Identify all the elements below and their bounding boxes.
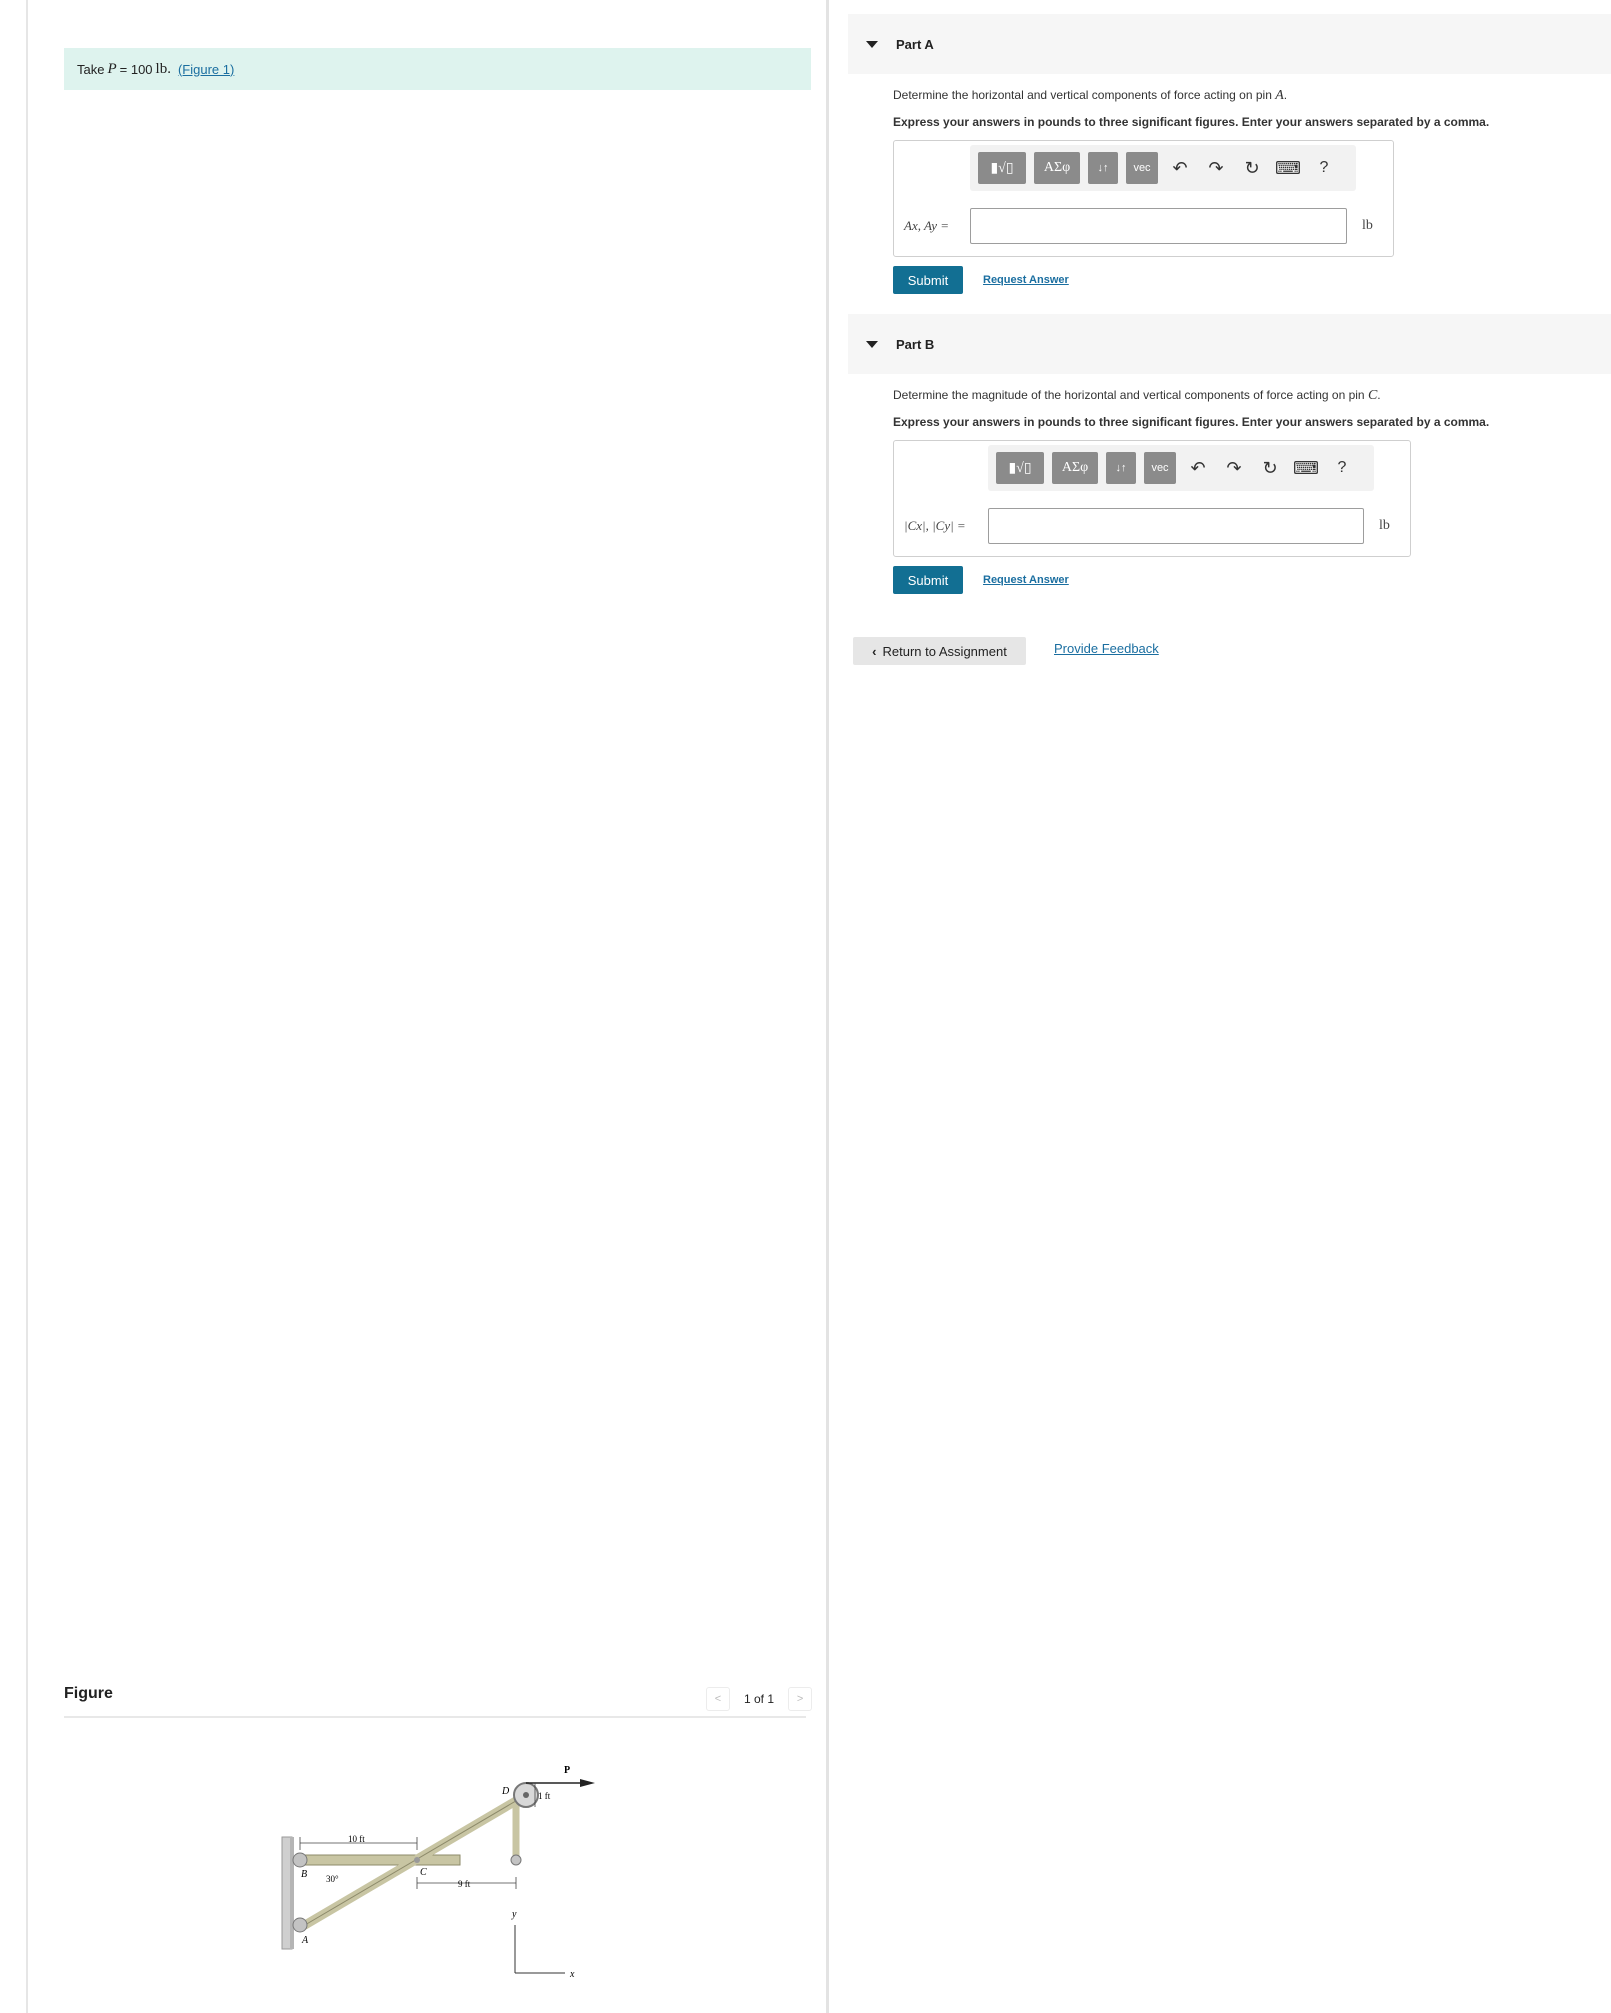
label-x: x xyxy=(569,1969,575,1980)
templates-icon[interactable]: ▮√▯ xyxy=(978,152,1026,184)
chevron-left-icon: ‹ xyxy=(872,643,877,659)
part-a-answer-input[interactable] xyxy=(970,208,1347,244)
part-b-title: Part B xyxy=(896,336,935,352)
label-9ft: 9 ft xyxy=(458,1879,471,1889)
pin-E xyxy=(510,1854,522,1866)
part-a-submit-button[interactable]: Submit xyxy=(893,266,963,294)
part-a-question-text: Determine the horizontal and vertical co… xyxy=(893,88,1272,102)
problem-statement: Take P = 100 lb. (Figure 1) xyxy=(64,48,811,90)
pin-B xyxy=(292,1852,308,1868)
part-b-submit-button[interactable]: Submit xyxy=(893,566,963,594)
part-b-question: Determine the magnitude of the horizonta… xyxy=(893,388,1381,404)
vector-icon[interactable]: vec xyxy=(1144,452,1176,484)
intro-unit: lb. xyxy=(155,60,171,77)
intro-variable: P xyxy=(107,60,117,77)
part-b-header[interactable]: Part B xyxy=(848,314,1611,374)
figure-link[interactable]: (Figure 1) xyxy=(178,62,234,77)
part-a-toolbar: ▮√▯ ΑΣφ ↓↑ vec ↶ ↷ ↻ ⌨ ? xyxy=(970,145,1356,191)
frame-diagram: P D 1 ft 10 ft C B 30° 9 ft y A x xyxy=(281,1765,595,1980)
templates-icon[interactable]: ▮√▯ xyxy=(996,452,1044,484)
return-to-assignment-button[interactable]: ‹ Return to Assignment xyxy=(853,637,1026,665)
figure-pager: < 1 of 1 > xyxy=(706,1687,813,1711)
part-a-question: Determine the horizontal and vertical co… xyxy=(893,88,1287,104)
help-icon[interactable]: ? xyxy=(1328,452,1356,484)
sort-icon[interactable]: ↓↑ xyxy=(1088,152,1118,184)
part-a-question-var: A xyxy=(1275,88,1284,103)
part-b-answer-box: ▮√▯ ΑΣφ ↓↑ vec ↶ ↷ ↻ ⌨ ? |Cx|, |Cy| = lb xyxy=(893,440,1411,557)
force-P-arrow xyxy=(580,1779,595,1787)
member-BE xyxy=(299,1854,461,1866)
reset-icon[interactable]: ↻ xyxy=(1238,152,1266,184)
keyboard-icon[interactable]: ⌨ xyxy=(1274,152,1302,184)
part-a-answer-box: ▮√▯ ΑΣφ ↓↑ vec ↶ ↷ ↻ ⌨ ? Ax, Ay = lb xyxy=(893,140,1394,257)
sort-icon[interactable]: ↓↑ xyxy=(1106,452,1136,484)
figure-title: Figure xyxy=(64,1685,113,1702)
pin-C xyxy=(414,1857,420,1863)
undo-icon[interactable]: ↶ xyxy=(1166,152,1194,184)
figure-page-count: 1 of 1 xyxy=(744,1692,775,1706)
label-C: C xyxy=(420,1867,427,1878)
part-a-instructions: Express your answers in pounds to three … xyxy=(893,115,1490,129)
part-b-answer-input[interactable] xyxy=(988,508,1364,544)
label-B: B xyxy=(301,1869,307,1880)
part-b-toolbar: ▮√▯ ΑΣφ ↓↑ vec ↶ ↷ ↻ ⌨ ? xyxy=(988,445,1374,491)
vector-icon[interactable]: vec xyxy=(1126,152,1158,184)
part-b-question-text: Determine the magnitude of the horizonta… xyxy=(893,388,1365,402)
part-b-unit: lb xyxy=(1379,518,1390,533)
provide-feedback-link[interactable]: Provide Feedback xyxy=(1054,641,1159,656)
label-P: P xyxy=(564,1765,570,1776)
reset-icon[interactable]: ↻ xyxy=(1256,452,1284,484)
left-border xyxy=(26,0,28,2013)
redo-icon[interactable]: ↷ xyxy=(1220,452,1248,484)
part-b-answer-label: |Cx|, |Cy| = xyxy=(904,518,966,533)
part-a-answer-label: Ax, Ay = xyxy=(904,218,949,233)
part-b-question-var: C xyxy=(1367,388,1378,403)
help-icon[interactable]: ? xyxy=(1310,152,1338,184)
undo-icon[interactable]: ↶ xyxy=(1184,452,1212,484)
greek-symbols-icon[interactable]: ΑΣφ xyxy=(1034,152,1080,184)
part-b-instructions: Express your answers in pounds to three … xyxy=(893,415,1490,429)
part-a-unit: lb xyxy=(1362,218,1373,233)
collapse-triangle-icon[interactable] xyxy=(866,40,878,48)
keyboard-icon[interactable]: ⌨ xyxy=(1292,452,1320,484)
part-a-header[interactable]: Part A xyxy=(848,14,1611,74)
return-label: Return to Assignment xyxy=(882,643,1007,659)
label-y: y xyxy=(511,1909,517,1920)
label-D: D xyxy=(501,1786,510,1797)
collapse-triangle-icon[interactable] xyxy=(866,340,878,348)
label-A: A xyxy=(301,1935,309,1946)
figure-next-button[interactable]: > xyxy=(788,1687,813,1711)
part-b-request-answer-link[interactable]: Request Answer xyxy=(983,574,1069,586)
label-10ft: 10 ft xyxy=(348,1834,365,1844)
part-a-request-answer-link[interactable]: Request Answer xyxy=(983,274,1069,286)
part-a-title: Part A xyxy=(896,36,934,52)
redo-icon[interactable]: ↷ xyxy=(1202,152,1230,184)
intro-take: Take xyxy=(77,61,105,77)
part-a-question-suffix: . xyxy=(1283,88,1288,102)
figure-divider xyxy=(64,1716,806,1718)
label-angle: 30° xyxy=(326,1874,339,1884)
label-1ft: 1 ft xyxy=(538,1791,551,1801)
greek-symbols-icon[interactable]: ΑΣφ xyxy=(1052,452,1098,484)
part-b-question-suffix: . xyxy=(1377,388,1381,402)
intro-value: = 100 xyxy=(119,61,153,77)
pane-divider[interactable] xyxy=(826,0,829,2013)
figure-prev-button[interactable]: < xyxy=(706,1687,730,1711)
pin-A xyxy=(292,1917,308,1933)
